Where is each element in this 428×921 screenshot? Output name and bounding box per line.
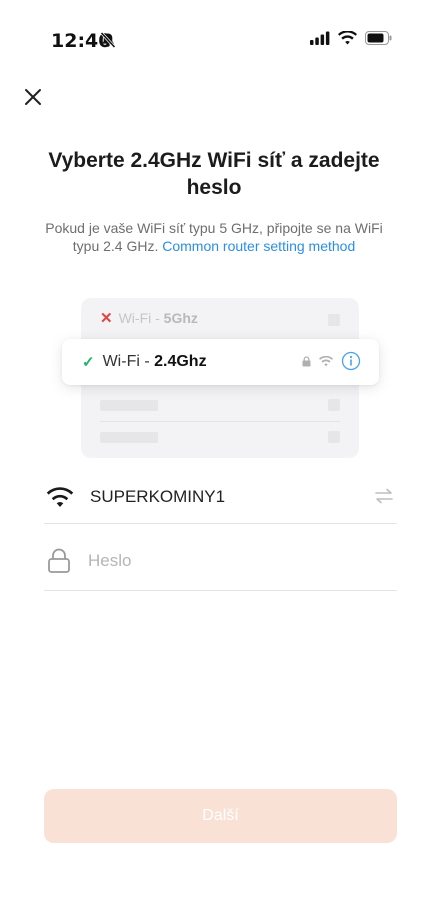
bell-muted-icon <box>100 31 116 49</box>
lock-icon <box>302 355 311 366</box>
router-setting-link[interactable]: Common router setting method <box>162 238 355 254</box>
card-icons <box>302 351 361 371</box>
illustration-24ghz-label: Wi-Fi - 2.4Ghz <box>102 353 207 370</box>
illustration-placeholder <box>100 400 158 411</box>
illustration-divider <box>100 421 340 422</box>
close-button[interactable] <box>20 84 46 110</box>
battery-icon <box>365 31 392 45</box>
wifi-icon <box>46 486 74 507</box>
check-icon: ✓ <box>82 354 95 371</box>
next-button[interactable]: Další <box>44 789 397 843</box>
illustration-5ghz-label: Wi-Fi - 5Ghz <box>118 310 198 326</box>
signal-icon <box>310 31 330 45</box>
switch-arrows-icon[interactable] <box>373 485 395 507</box>
illustration-placeholder <box>328 431 340 443</box>
illustration-5ghz-item: ✕ Wi-Fi - 5Ghz <box>100 309 198 327</box>
password-row <box>44 531 397 591</box>
illustration-placeholder <box>328 399 340 411</box>
status-icons <box>310 31 392 45</box>
page-subtitle: Pokud je vaše WiFi síť typu 5 GHz, připo… <box>44 219 384 255</box>
illustration-placeholder <box>100 432 158 443</box>
x-icon: ✕ <box>100 310 113 327</box>
status-bar: 12:40 <box>0 0 428 82</box>
password-input[interactable] <box>88 550 368 571</box>
illustration-placeholder <box>328 314 340 326</box>
wifi-icon <box>338 31 357 45</box>
lock-icon <box>48 548 70 573</box>
close-icon <box>25 89 41 105</box>
wifi-ssid: SUPERKOMINY1 <box>90 486 226 506</box>
wifi-icon <box>319 355 333 366</box>
wifi-network-row[interactable]: SUPERKOMINY1 <box>44 470 397 524</box>
info-icon <box>341 351 361 371</box>
page-title: Vyberte 2.4GHz WiFi síť a zadejte heslo <box>48 149 380 199</box>
illustration-24ghz-card: ✓ Wi-Fi - 2.4Ghz <box>62 339 379 385</box>
